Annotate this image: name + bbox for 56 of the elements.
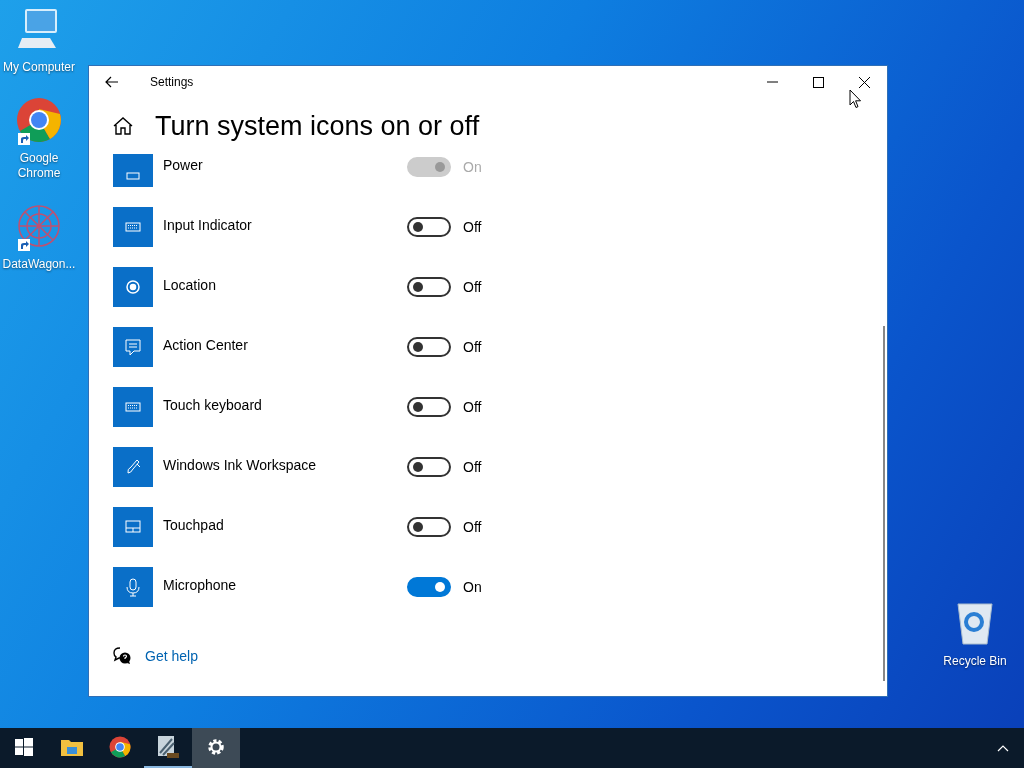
desktop-icon-label[interactable]: My Computer — [1, 60, 77, 75]
location-tile-icon — [113, 267, 153, 307]
setting-label: Microphone — [163, 576, 238, 593]
toggle-switch[interactable] — [407, 397, 451, 417]
setting-label: Touch keyboard — [163, 396, 263, 413]
settings-taskbar-button[interactable] — [192, 728, 240, 768]
toggle-state-label: On — [463, 159, 482, 175]
toggle-switch[interactable] — [407, 457, 451, 477]
app-icon — [157, 735, 179, 759]
keyboard-tile-icon — [113, 387, 153, 427]
get-help-link[interactable]: Get help — [145, 647, 198, 664]
setting-label: Touchpad — [163, 516, 225, 533]
keyboard-tile-icon — [113, 207, 153, 247]
toggle-state-label: On — [463, 579, 482, 595]
touchpad-tile-icon — [113, 507, 153, 547]
close-icon — [858, 76, 870, 88]
chevron-up-icon — [997, 744, 1009, 752]
chrome-icon[interactable] — [16, 97, 62, 143]
toggle-switch[interactable] — [407, 517, 451, 537]
minimize-icon — [766, 81, 778, 83]
home-icon[interactable] — [113, 117, 133, 135]
setting-label: Input Indicator — [163, 216, 253, 233]
pen-tile-icon — [113, 447, 153, 487]
recycle-bin-icon[interactable] — [955, 600, 995, 646]
desktop-icon-label[interactable]: Recycle Bin — [937, 654, 1013, 669]
setting-label: Power — [163, 156, 204, 173]
toggle-switch[interactable] — [407, 337, 451, 357]
scrollbar[interactable] — [883, 326, 885, 681]
toggle-state-label: Off — [463, 459, 482, 475]
toggle-state-label: Off — [463, 399, 482, 415]
lattice-icon[interactable] — [16, 203, 62, 249]
gear-icon — [206, 737, 226, 757]
mic-tile-icon — [113, 567, 153, 607]
toggle-state-label: Off — [463, 219, 482, 235]
window-title: Settings — [150, 75, 194, 89]
desktop-icon-label[interactable]: DataWagon... — [1, 257, 77, 272]
toggle-switch[interactable] — [407, 277, 451, 297]
help-icon — [113, 647, 131, 664]
setting-label: Location — [163, 276, 217, 293]
setting-label: Windows Ink Workspace — [163, 456, 317, 473]
folder-icon — [61, 738, 83, 756]
page-title: Turn system icons on or off — [155, 110, 480, 142]
toggle-switch[interactable] — [407, 577, 451, 597]
power-tile-icon — [113, 154, 153, 187]
action-tile-icon — [113, 327, 153, 367]
windows-logo-icon — [15, 738, 33, 756]
toggle-state-label: Off — [463, 519, 482, 535]
chrome-icon — [109, 736, 131, 758]
toggle-state-label: Off — [463, 279, 482, 295]
maximize-icon — [812, 76, 824, 88]
setting-label: Action Center — [163, 336, 249, 353]
back-arrow-icon — [105, 76, 119, 88]
mouse-cursor-icon — [849, 89, 862, 109]
desktop-icon-label[interactable]: Google Chrome — [1, 151, 77, 181]
toggle-switch[interactable] — [407, 217, 451, 237]
toggle-state-label: Off — [463, 339, 482, 355]
